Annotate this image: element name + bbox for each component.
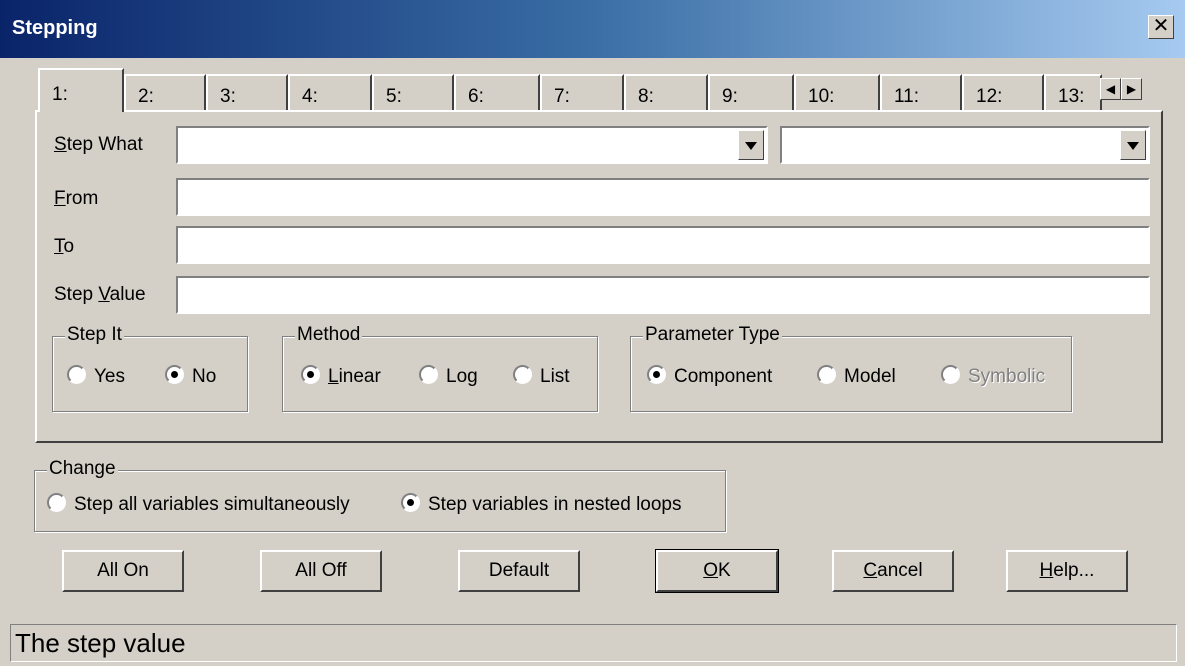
method-group: Method Linear Log List	[282, 324, 598, 412]
step-it-yes-radio[interactable]: Yes	[67, 365, 125, 388]
tab-9[interactable]: 9:	[708, 74, 794, 112]
to-input[interactable]	[176, 226, 1150, 264]
tab-7[interactable]: 7:	[540, 74, 624, 112]
chevron-down-icon[interactable]	[1120, 130, 1146, 160]
radio-icon	[513, 365, 532, 384]
ok-button[interactable]: OK	[655, 549, 779, 593]
tab-11[interactable]: 11:	[880, 74, 962, 112]
parameter-model-radio[interactable]: Model	[817, 365, 896, 388]
step-it-group: Step It Yes No	[52, 324, 248, 412]
parameter-type-legend: Parameter Type	[643, 324, 782, 346]
radio-selected-icon	[301, 365, 320, 384]
tab-1[interactable]: 1:	[38, 68, 124, 112]
method-log-radio[interactable]: Log	[419, 365, 478, 388]
from-input[interactable]	[176, 178, 1150, 216]
step-value-input[interactable]	[176, 276, 1150, 314]
tab-4[interactable]: 4:	[288, 74, 372, 112]
method-linear-radio[interactable]: Linear	[301, 365, 381, 388]
radio-icon	[941, 365, 960, 384]
tab-scroll-left-icon[interactable]: ◀	[1100, 78, 1121, 100]
tab-13[interactable]: 13:	[1044, 74, 1102, 112]
radio-selected-icon	[647, 365, 666, 384]
step-it-legend: Step It	[65, 324, 124, 346]
radio-icon	[47, 493, 66, 512]
stepping-dialog: Stepping ✕ 1: 2: 3: 4: 5: 6: 7: 8: 9: 10…	[0, 0, 1185, 666]
step-what-secondary-dropdown[interactable]	[780, 126, 1150, 164]
from-label: From	[54, 188, 99, 209]
status-text: The step value	[15, 628, 186, 658]
change-simultaneous-radio[interactable]: Step all variables simultaneously	[47, 493, 350, 516]
change-group: Change Step all variables simultaneously…	[34, 458, 726, 532]
help-button[interactable]: Help...	[1006, 550, 1128, 592]
parameter-type-group: Parameter Type Component Model Symbolic	[630, 324, 1072, 412]
tab-5[interactable]: 5:	[372, 74, 454, 112]
radio-selected-icon	[165, 365, 184, 384]
all-on-button[interactable]: All On	[62, 550, 184, 592]
title-bar[interactable]: Stepping ✕	[0, 0, 1185, 58]
default-button[interactable]: Default	[458, 550, 580, 592]
to-label: To	[54, 236, 75, 257]
step-it-no-radio[interactable]: No	[165, 365, 216, 388]
window-title: Stepping	[12, 17, 98, 39]
tab-8[interactable]: 8:	[624, 74, 708, 112]
tab-6[interactable]: 6:	[454, 74, 540, 112]
close-icon[interactable]: ✕	[1148, 15, 1174, 39]
change-nested-radio[interactable]: Step variables in nested loops	[401, 493, 682, 516]
chevron-down-icon[interactable]	[738, 130, 764, 160]
radio-icon	[67, 365, 86, 384]
tab-scroll-right-icon[interactable]: ▶	[1121, 78, 1142, 100]
all-off-button[interactable]: All Off	[260, 550, 382, 592]
status-bar: The step value	[10, 624, 1177, 662]
cancel-button[interactable]: Cancel	[832, 550, 954, 592]
tab-2[interactable]: 2:	[124, 74, 206, 112]
parameter-component-radio[interactable]: Component	[647, 365, 772, 388]
radio-icon	[419, 365, 438, 384]
tab-10[interactable]: 10:	[794, 74, 880, 112]
change-legend: Change	[47, 458, 118, 480]
tab-12[interactable]: 12:	[962, 74, 1044, 112]
parameter-symbolic-radio: Symbolic	[941, 365, 1045, 388]
tab-3[interactable]: 3:	[206, 74, 288, 112]
radio-selected-icon	[401, 493, 420, 512]
step-value-label: Step Value	[54, 284, 146, 305]
step-what-dropdown[interactable]	[176, 126, 768, 164]
radio-icon	[817, 365, 836, 384]
method-legend: Method	[295, 324, 363, 346]
method-list-radio[interactable]: List	[513, 365, 570, 388]
step-what-label: Step What	[54, 134, 143, 155]
